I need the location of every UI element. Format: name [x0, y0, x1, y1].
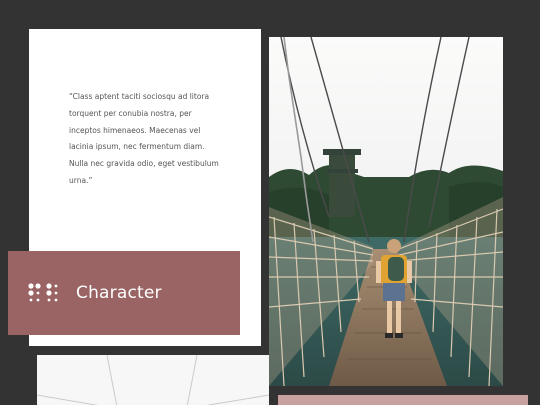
accent-strip: [278, 395, 528, 405]
quote-text: “Class aptent taciti sociosqu ad litora …: [69, 92, 219, 185]
architecture-photo-card: [37, 355, 269, 405]
character-label: Character: [8, 251, 240, 335]
architecture-photo: [37, 355, 269, 405]
slide-canvas: “Class aptent taciti sociosqu ad litora …: [0, 0, 540, 405]
character-label-text: Character: [76, 283, 162, 303]
dots-grid-icon: [28, 283, 58, 302]
bridge-photo: [269, 37, 503, 386]
bridge-photo-image: [269, 37, 503, 386]
